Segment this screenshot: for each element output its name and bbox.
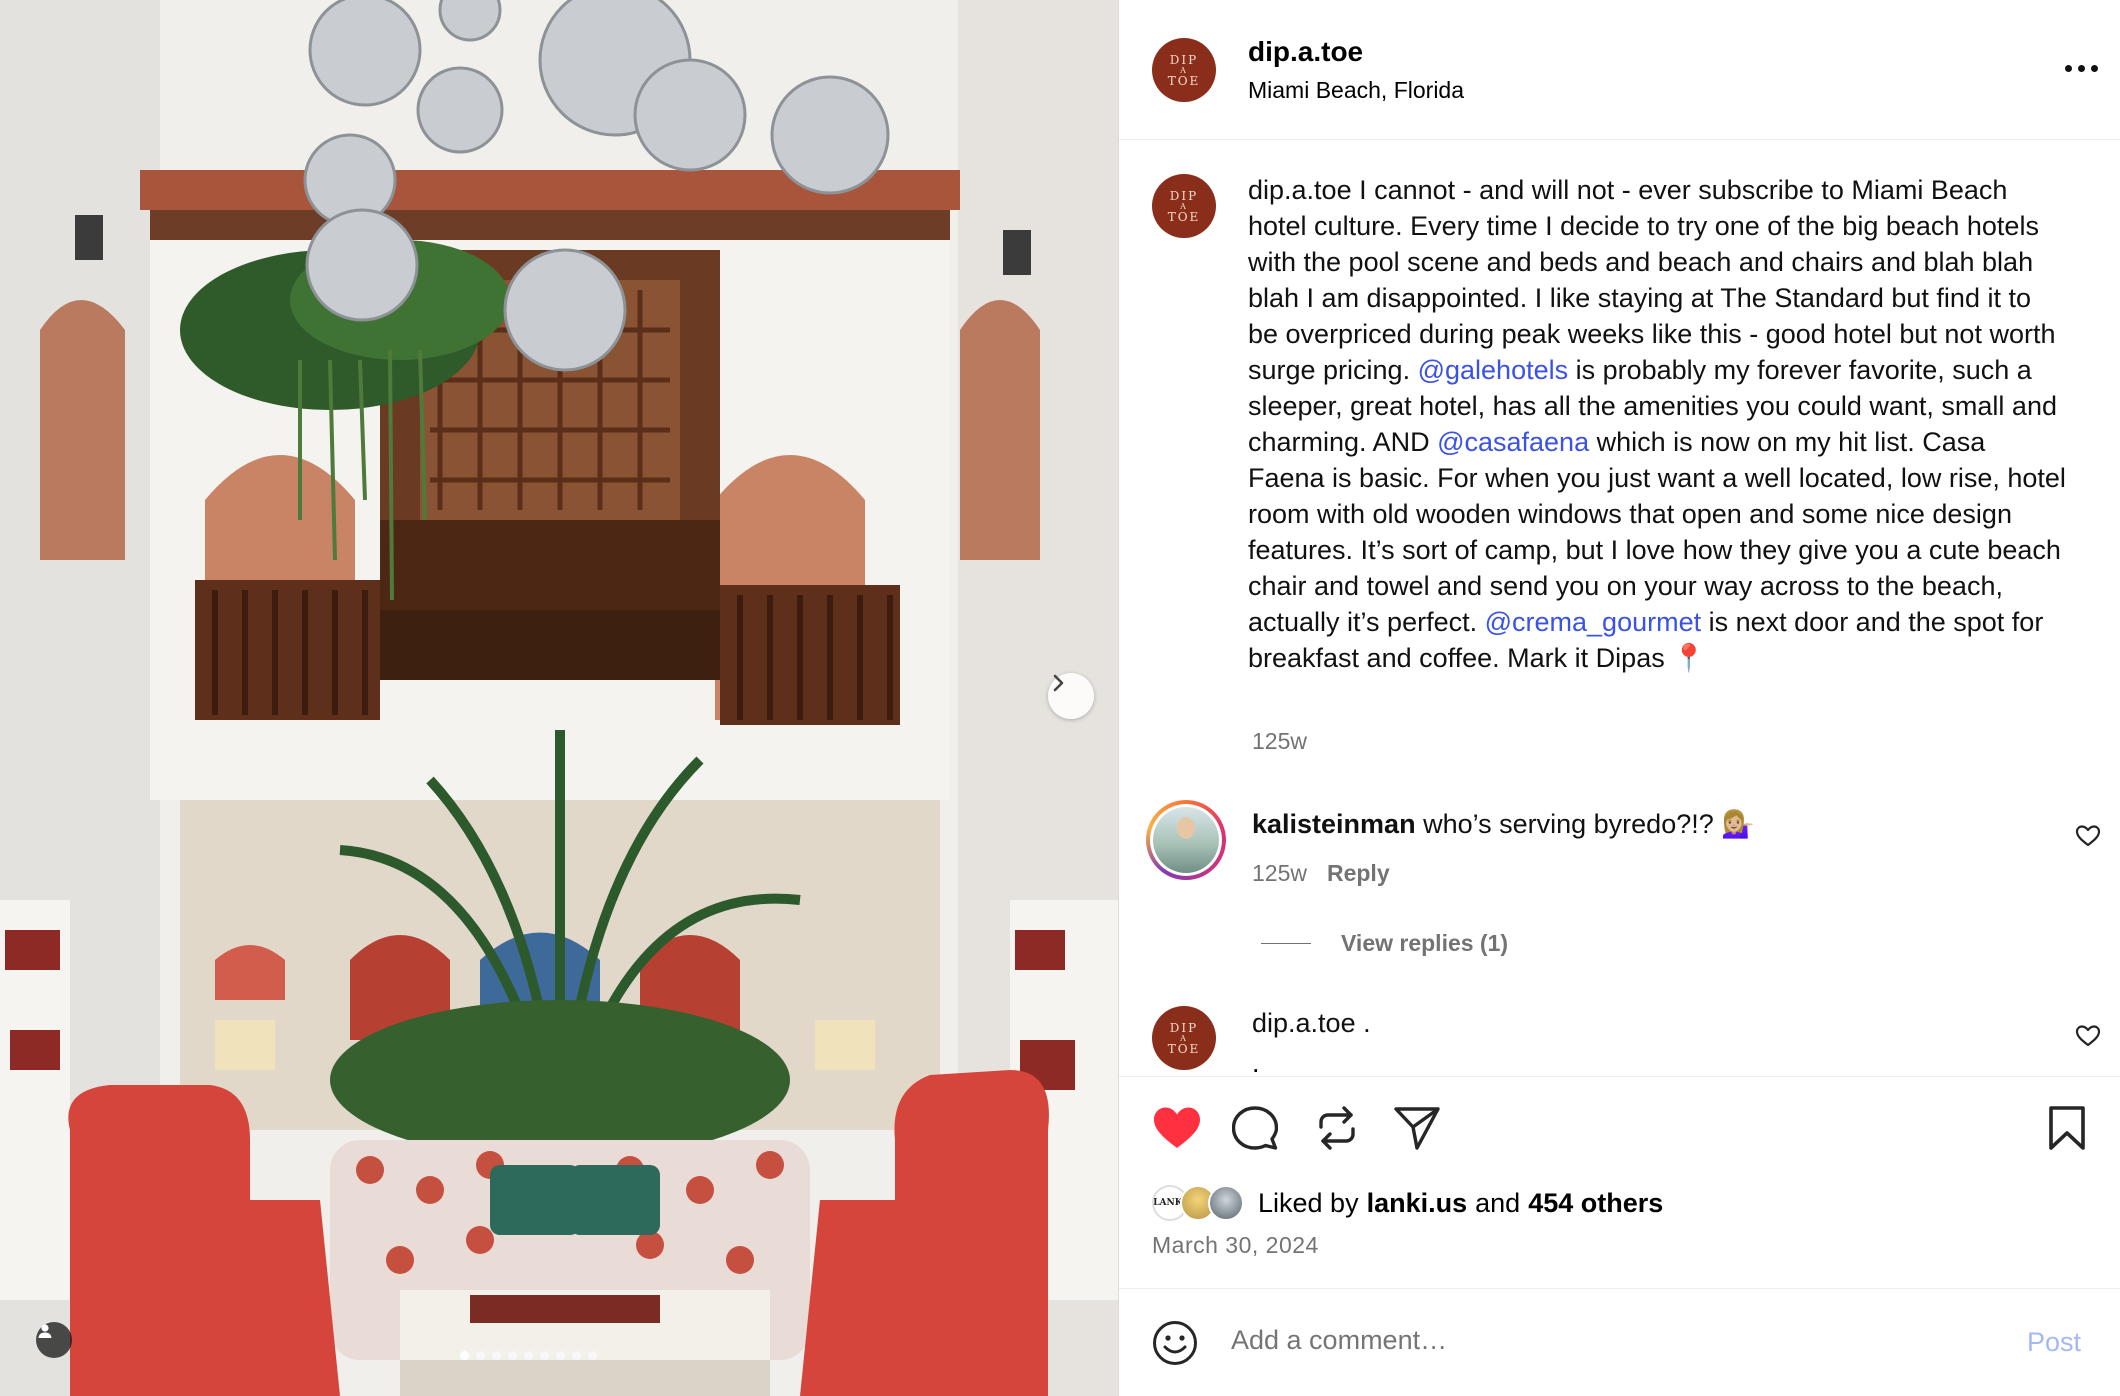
chevron-right-icon xyxy=(1053,674,1064,692)
caption-body: which is now on my hit list. Casa Faena … xyxy=(1248,427,2066,637)
post-header: DIP A TOE dip.a.toe Miami Beach, Florida xyxy=(1119,0,2120,140)
caption-username[interactable]: dip.a.toe xyxy=(1248,175,1352,205)
more-options-button[interactable] xyxy=(2065,58,2105,78)
post-photo[interactable] xyxy=(0,0,1118,1396)
post-actions: LANKI Liked by lanki.us and 454 others M… xyxy=(1119,1076,2120,1288)
avatar-photo xyxy=(1153,807,1219,873)
post-comment-button[interactable]: Post xyxy=(2027,1327,2081,1358)
commenter-avatar[interactable] xyxy=(1146,800,1226,880)
likes-summary: LANKI Liked by lanki.us and 454 others xyxy=(1152,1185,1663,1221)
comment: kalisteinman who’s serving byredo?!? 💁🏼‍… xyxy=(1119,800,2120,900)
share-icon[interactable] xyxy=(1393,1105,1441,1151)
user-icon xyxy=(38,1324,52,1338)
post-side-panel: DIP A TOE dip.a.toe Miami Beach, Florida… xyxy=(1118,0,2120,1396)
caption-text: dip.a.toe I cannot - and will not - ever… xyxy=(1248,172,2068,676)
commenter-avatar[interactable]: DIP A TOE xyxy=(1152,1006,1216,1070)
avatar-ring-inner xyxy=(1150,804,1222,876)
commenter-username[interactable]: kalisteinman xyxy=(1252,809,1416,839)
liker-avatar xyxy=(1208,1185,1244,1221)
comment-body: who’s serving byredo?!? 💁🏼‍♀️ xyxy=(1415,809,1755,839)
mention-link[interactable]: @galehotels xyxy=(1418,355,1569,385)
post-location[interactable]: Miami Beach, Florida xyxy=(1248,77,1464,104)
carousel-dot xyxy=(492,1351,501,1360)
commenter-username[interactable]: dip.a.toe xyxy=(1252,1008,1356,1038)
carousel-dot xyxy=(572,1351,581,1360)
tagged-users-button[interactable] xyxy=(36,1322,72,1358)
view-replies-button[interactable]: View replies (1) xyxy=(1261,930,1508,957)
carousel-dot xyxy=(460,1351,469,1360)
more-dot xyxy=(2078,64,2085,72)
avatar-text: DIP xyxy=(1169,1020,1199,1035)
comment-input[interactable] xyxy=(1231,1325,1931,1356)
hotel-lobby-image xyxy=(0,0,1118,1396)
post-date[interactable]: March 30, 2024 xyxy=(1152,1232,1319,1259)
more-dot xyxy=(2091,64,2098,72)
avatar-text: DIP xyxy=(1169,188,1199,203)
like-heart-icon[interactable] xyxy=(1152,1105,1202,1151)
liker-username[interactable]: lanki.us xyxy=(1367,1188,1468,1219)
mention-link[interactable]: @casafaena xyxy=(1437,427,1589,457)
carousel-dot xyxy=(524,1351,533,1360)
heart-icon[interactable] xyxy=(2075,824,2101,848)
emoji-icon[interactable] xyxy=(1152,1320,1198,1366)
carousel-dot xyxy=(476,1351,485,1360)
view-replies-label: View replies (1) xyxy=(1341,930,1509,956)
avatar-text: DIP xyxy=(1169,52,1199,67)
mention-link[interactable]: @crema_gourmet xyxy=(1485,607,1702,637)
author-avatar[interactable]: DIP A TOE xyxy=(1152,38,1216,102)
comment-text: kalisteinman who’s serving byredo?!? 💁🏼‍… xyxy=(1252,808,1755,840)
likes-and: and xyxy=(1475,1187,1521,1218)
likes-count[interactable]: 454 others xyxy=(1528,1188,1663,1219)
comment: DIP A TOE dip.a.toe . . xyxy=(1119,1004,2120,1074)
comment-text: dip.a.toe . xyxy=(1252,1008,1371,1039)
caption-timestamp[interactable]: 125w xyxy=(1252,728,1307,755)
likes-prefix: Liked by xyxy=(1258,1187,1359,1218)
author-username[interactable]: dip.a.toe xyxy=(1248,36,1363,68)
comment-body-line: . xyxy=(1252,1048,1260,1074)
add-comment-bar: Post xyxy=(1119,1288,2120,1396)
comment-timestamp[interactable]: 125w xyxy=(1252,860,1307,886)
caption-author-avatar[interactable]: DIP A TOE xyxy=(1152,174,1216,238)
carousel-indicators xyxy=(460,1351,597,1360)
save-bookmark-icon[interactable] xyxy=(2047,1105,2087,1151)
carousel-dot xyxy=(556,1351,565,1360)
carousel-dot xyxy=(540,1351,549,1360)
divider-line xyxy=(1261,943,1311,944)
carousel-dot xyxy=(588,1351,597,1360)
liker-avatars: LANKI xyxy=(1152,1185,1244,1221)
caption-body: I cannot - and will not - ever subscribe… xyxy=(1248,175,2056,385)
comment-icon[interactable] xyxy=(1232,1105,1278,1151)
comment-body: . xyxy=(1355,1008,1371,1038)
avatar-text: TOE xyxy=(1167,1041,1201,1056)
more-dot xyxy=(2065,64,2072,72)
heart-icon[interactable] xyxy=(2075,1024,2101,1048)
repost-icon[interactable] xyxy=(1315,1105,1359,1151)
carousel-dot xyxy=(508,1351,517,1360)
next-image-button[interactable] xyxy=(1048,673,1094,719)
avatar-text: TOE xyxy=(1167,209,1201,224)
reply-button[interactable]: Reply xyxy=(1327,860,1390,886)
comment-meta: 125w Reply xyxy=(1252,860,1390,887)
avatar-text: TOE xyxy=(1167,73,1201,88)
